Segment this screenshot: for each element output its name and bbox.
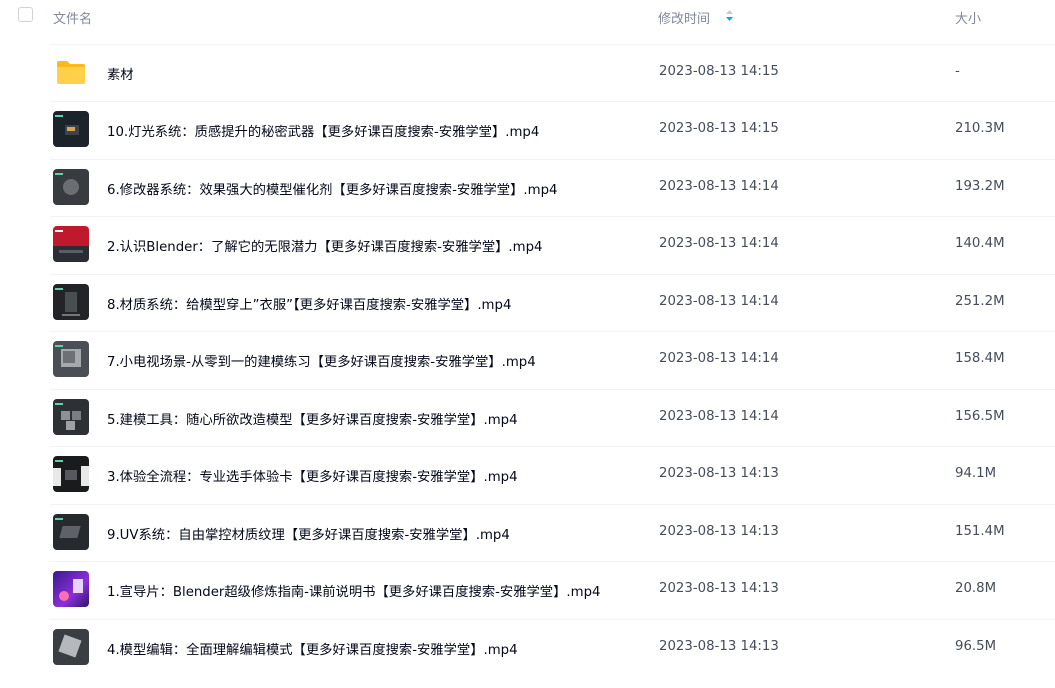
list-item[interactable]: 素材 2023-08-13 14:15 - — [0, 44, 1055, 101]
file-name[interactable]: 1.宣导片：Blender超级修炼指南-课前说明书【更多好课百度搜索-安雅学堂】… — [107, 581, 600, 600]
file-name[interactable]: 5.建模工具：随心所欲改造模型【更多好课百度搜索-安雅学堂】.mp4 — [107, 409, 518, 428]
file-size: 94.1M — [955, 466, 997, 481]
file-name[interactable]: 6.修改器系统：效果强大的模型催化剂【更多好课百度搜索-安雅学堂】.mp4 — [107, 179, 557, 198]
list-item[interactable]: 2.认识Blender：了解它的无限潜力【更多好课百度搜索-安雅学堂】.mp4 … — [0, 216, 1055, 273]
list-header: 文件名 修改时间 大小 — [0, 0, 1055, 33]
file-size: 156.5M — [955, 409, 1005, 424]
row-divider — [50, 619, 1055, 620]
row-divider — [50, 331, 1055, 332]
file-name[interactable]: 素材 — [107, 64, 134, 83]
row-divider — [50, 216, 1055, 217]
file-size: 193.2M — [955, 179, 1005, 194]
list-item[interactable]: 6.修改器系统：效果强大的模型催化剂【更多好课百度搜索-安雅学堂】.mp4 20… — [0, 159, 1055, 216]
video-thumbnail — [53, 341, 89, 377]
select-all-checkbox[interactable] — [18, 7, 33, 22]
modified-time: 2023-08-13 14:14 — [659, 179, 779, 194]
row-divider — [50, 389, 1055, 390]
file-name[interactable]: 10.灯光系统：质感提升的秘密武器【更多好课百度搜索-安雅学堂】.mp4 — [107, 121, 539, 140]
row-divider — [50, 561, 1055, 562]
modified-time: 2023-08-13 14:15 — [659, 121, 779, 136]
list-item[interactable]: 7.小电视场景-从零到一的建模练习【更多好课百度搜索-安雅学堂】.mp4 202… — [0, 331, 1055, 388]
file-name[interactable]: 9.UV系统：自由掌控材质纹理【更多好课百度搜索-安雅学堂】.mp4 — [107, 524, 510, 543]
video-thumbnail — [53, 399, 89, 435]
modified-time: 2023-08-13 14:13 — [659, 639, 779, 654]
modified-time: 2023-08-13 14:13 — [659, 581, 779, 596]
file-list: 文件名 修改时间 大小 素材 2023-08-13 14:15 - 10.灯光系… — [0, 0, 1055, 688]
column-header-name[interactable]: 文件名 — [53, 8, 92, 27]
list-item[interactable]: 4.模型编辑：全面理解编辑模式【更多好课百度搜索-安雅学堂】.mp4 2023-… — [0, 619, 1055, 676]
row-divider — [50, 446, 1055, 447]
row-divider — [50, 504, 1055, 505]
list-item[interactable]: 8.材质系统：给模型穿上”衣服”【更多好课百度搜索-安雅学堂】.mp4 2023… — [0, 274, 1055, 331]
row-divider — [50, 274, 1055, 275]
video-thumbnail — [53, 629, 89, 665]
list-item[interactable]: 9.UV系统：自由掌控材质纹理【更多好课百度搜索-安雅学堂】.mp4 2023-… — [0, 504, 1055, 561]
file-size: 151.4M — [955, 524, 1005, 539]
row-divider — [50, 44, 1055, 45]
modified-time: 2023-08-13 14:14 — [659, 351, 779, 366]
video-thumbnail — [53, 226, 89, 262]
video-thumbnail — [53, 571, 89, 607]
list-item[interactable]: 5.建模工具：随心所欲改造模型【更多好课百度搜索-安雅学堂】.mp4 2023-… — [0, 389, 1055, 446]
list-item[interactable]: 3.体验全流程：专业选手体验卡【更多好课百度搜索-安雅学堂】.mp4 2023-… — [0, 446, 1055, 503]
video-thumbnail — [53, 284, 89, 320]
file-name[interactable]: 7.小电视场景-从零到一的建模练习【更多好课百度搜索-安雅学堂】.mp4 — [107, 351, 536, 370]
modified-time: 2023-08-13 14:14 — [659, 236, 779, 251]
video-thumbnail — [53, 456, 89, 492]
file-name[interactable]: 4.模型编辑：全面理解编辑模式【更多好课百度搜索-安雅学堂】.mp4 — [107, 639, 518, 658]
modified-time: 2023-08-13 14:13 — [659, 524, 779, 539]
video-thumbnail — [53, 514, 89, 550]
file-name[interactable]: 8.材质系统：给模型穿上”衣服”【更多好课百度搜索-安雅学堂】.mp4 — [107, 294, 511, 313]
list-item[interactable]: 10.灯光系统：质感提升的秘密武器【更多好课百度搜索-安雅学堂】.mp4 202… — [0, 101, 1055, 158]
video-thumbnail — [53, 169, 89, 205]
video-thumbnail — [53, 111, 89, 147]
modified-time: 2023-08-13 14:13 — [659, 466, 779, 481]
list-item[interactable]: 1.宣导片：Blender超级修炼指南-课前说明书【更多好课百度搜索-安雅学堂】… — [0, 561, 1055, 618]
file-name[interactable]: 2.认识Blender：了解它的无限潜力【更多好课百度搜索-安雅学堂】.mp4 — [107, 236, 543, 255]
file-size: 210.3M — [955, 121, 1005, 136]
file-size: 96.5M — [955, 639, 997, 654]
file-size: 158.4M — [955, 351, 1005, 366]
sort-icon[interactable] — [725, 9, 734, 22]
modified-time: 2023-08-13 14:14 — [659, 294, 779, 309]
file-size: 140.4M — [955, 236, 1005, 251]
file-name[interactable]: 3.体验全流程：专业选手体验卡【更多好课百度搜索-安雅学堂】.mp4 — [107, 466, 518, 485]
file-size: - — [955, 64, 960, 79]
row-divider — [50, 159, 1055, 160]
file-size: 20.8M — [955, 581, 997, 596]
row-divider — [50, 101, 1055, 102]
file-size: 251.2M — [955, 294, 1005, 309]
column-header-size[interactable]: 大小 — [955, 8, 981, 27]
folder-icon — [57, 61, 85, 84]
modified-time: 2023-08-13 14:14 — [659, 409, 779, 424]
modified-time: 2023-08-13 14:15 — [659, 64, 779, 79]
column-header-time[interactable]: 修改时间 — [658, 8, 710, 27]
